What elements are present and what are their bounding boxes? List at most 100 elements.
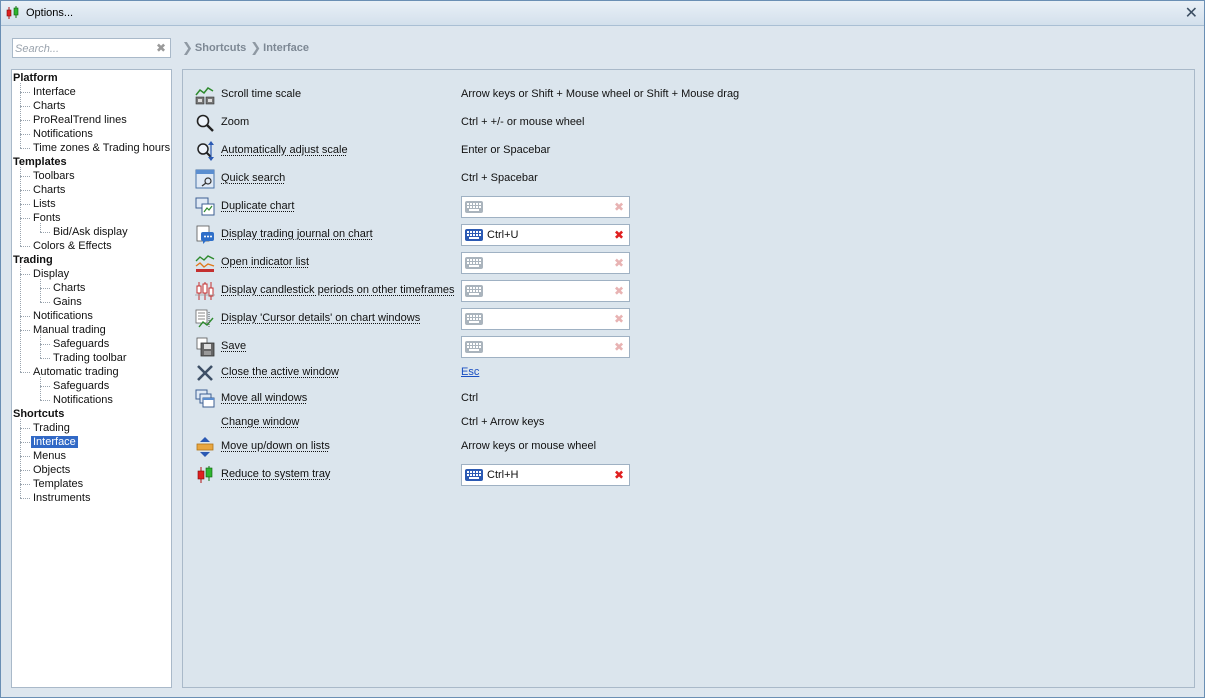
tree-item[interactable]: Objects	[33, 463, 70, 477]
tree-item[interactable]: Menus	[33, 449, 66, 463]
tree-item[interactable]: Trading toolbar	[53, 351, 127, 365]
tree-item[interactable]: Charts	[33, 99, 65, 113]
shortcut-label[interactable]: Display 'Cursor details' on chart window…	[221, 312, 420, 324]
shortcut-keys: Ctrl + +/- or mouse wheel	[461, 116, 585, 128]
delete-shortcut-icon[interactable]: ✖	[614, 228, 624, 242]
shortcut-key-field[interactable]: ✖	[461, 336, 630, 358]
keyboard-icon	[465, 201, 483, 213]
keyboard-icon	[465, 229, 483, 241]
delete-shortcut-icon[interactable]: ✖	[614, 340, 624, 354]
move-windows-icon	[195, 389, 215, 409]
shortcut-label[interactable]: Duplicate chart	[221, 200, 294, 212]
shortcut-label[interactable]: Reduce to system tray	[221, 468, 330, 480]
tree-category[interactable]: Trading	[13, 253, 53, 267]
search-box[interactable]: ✖	[12, 38, 171, 58]
indicator-icon	[195, 253, 215, 273]
shortcut-keys-link[interactable]: Esc	[461, 366, 479, 378]
shortcut-label[interactable]: Save	[221, 340, 246, 352]
tree-item[interactable]: Notifications	[33, 127, 93, 141]
tree-item[interactable]: Toolbars	[33, 169, 75, 183]
delete-shortcut-icon[interactable]: ✖	[614, 256, 624, 270]
tree-item[interactable]: Charts	[53, 281, 85, 295]
shortcut-label[interactable]: Display trading journal on chart	[221, 228, 373, 240]
tree-item[interactable]: Notifications	[33, 309, 93, 323]
shortcut-keys: Arrow keys or Shift + Mouse wheel or Shi…	[461, 88, 740, 100]
keyboard-icon	[465, 341, 483, 353]
shortcut-keys: Ctrl + Arrow keys	[461, 416, 545, 428]
tree-item-label: Interface	[33, 86, 76, 98]
tree-item[interactable]: Safeguards	[53, 379, 109, 393]
shortcut-label[interactable]: Automatically adjust scale	[221, 144, 348, 156]
tree-item[interactable]: Instruments	[33, 491, 90, 505]
tree-connector	[40, 344, 50, 345]
shortcut-label[interactable]: Change window	[221, 416, 299, 428]
shortcut-label[interactable]: Display candlestick periods on other tim…	[221, 284, 455, 296]
shortcut-keys: Enter or Spacebar	[461, 144, 551, 156]
clear-search-icon[interactable]: ✖	[156, 41, 166, 55]
shortcut-row: Change window Ctrl + Arrow keys	[193, 411, 1183, 435]
tree-item[interactable]: Lists	[33, 197, 56, 211]
tree-item-label: Display	[33, 268, 70, 280]
tree-item[interactable]: Interface	[33, 85, 76, 99]
shortcut-key-field[interactable]: ✖	[461, 280, 630, 302]
tree-item[interactable]: Bid/Ask display	[53, 225, 128, 239]
tree-item[interactable]: Charts	[33, 183, 65, 197]
tree-item[interactable]: Notifications	[53, 393, 113, 407]
tree-item[interactable]: Safeguards	[53, 337, 109, 351]
tree-item[interactable]: ProRealTrend lines	[33, 113, 127, 127]
candlestick-app-icon	[6, 6, 19, 19]
shortcut-key-field[interactable]: ✖	[461, 252, 630, 274]
delete-shortcut-icon[interactable]: ✖	[614, 312, 624, 326]
candlestick-periods-icon	[195, 281, 215, 301]
system-tray-icon	[195, 465, 215, 485]
shortcut-row: Display candlestick periods on other tim…	[193, 279, 1183, 303]
shortcut-row: Quick search Ctrl + Spacebar	[193, 167, 1183, 191]
shortcut-label[interactable]: Quick search	[221, 172, 285, 184]
tree-connector	[40, 288, 50, 289]
delete-shortcut-icon[interactable]: ✖	[614, 284, 624, 298]
delete-shortcut-icon[interactable]: ✖	[614, 200, 624, 214]
shortcut-label: Scroll time scale	[221, 88, 302, 100]
breadcrumb-item[interactable]: Shortcuts	[195, 42, 246, 54]
tree-connector	[40, 279, 41, 302]
save-icon	[195, 337, 215, 357]
shortcut-key-field[interactable]: Ctrl+U ✖	[461, 224, 630, 246]
tree-connector	[20, 456, 30, 457]
tree-item[interactable]: Automatic trading	[33, 365, 119, 379]
shortcut-key-field[interactable]: ✖	[461, 196, 630, 218]
tree-item[interactable]: Display	[33, 267, 69, 281]
tree-connector	[20, 372, 30, 373]
tree-item-label: Notifications	[53, 394, 113, 406]
tree-item-label: Charts	[53, 282, 86, 294]
shortcut-label[interactable]: Move up/down on lists	[221, 440, 330, 452]
tree-item[interactable]: Trading	[33, 421, 70, 435]
tree-item-label: Notifications	[33, 310, 93, 322]
shortcut-key-field[interactable]: ✖	[461, 308, 630, 330]
tree-item[interactable]: Manual trading	[33, 323, 106, 337]
shortcut-label[interactable]: Move all windows	[221, 392, 307, 404]
keyboard-icon	[465, 469, 483, 481]
tree-item[interactable]: Templates	[33, 477, 83, 491]
shortcut-label[interactable]: Close the active window	[221, 366, 339, 378]
close-window-icon	[195, 363, 215, 383]
delete-shortcut-icon[interactable]: ✖	[614, 468, 624, 482]
tree-category[interactable]: Templates	[13, 155, 67, 169]
tree-item[interactable]: Gains	[53, 295, 82, 309]
shortcut-key-field[interactable]: Ctrl+H ✖	[461, 464, 630, 486]
tree-item-label: Trading toolbar	[53, 352, 127, 364]
tree-item-label: Templates	[33, 478, 84, 490]
tree-item-label: Notifications	[33, 128, 93, 140]
tree-connector	[40, 223, 41, 232]
tree-connector	[20, 246, 30, 247]
tree-connector	[20, 92, 30, 93]
search-input[interactable]	[15, 41, 151, 56]
breadcrumb-item[interactable]: Interface	[263, 42, 309, 54]
shortcut-row: Close the active window Esc	[193, 361, 1183, 385]
close-icon[interactable]: ✕	[1185, 4, 1198, 22]
tree-connector	[20, 498, 30, 499]
shortcut-label[interactable]: Open indicator list	[221, 256, 309, 268]
tree-item[interactable]: Colors & Effects	[33, 239, 112, 253]
tree-item[interactable]: Fonts	[33, 211, 61, 225]
tree-item[interactable]: Interface	[31, 435, 78, 449]
tree-item[interactable]: Time zones & Trading hours	[33, 141, 170, 155]
